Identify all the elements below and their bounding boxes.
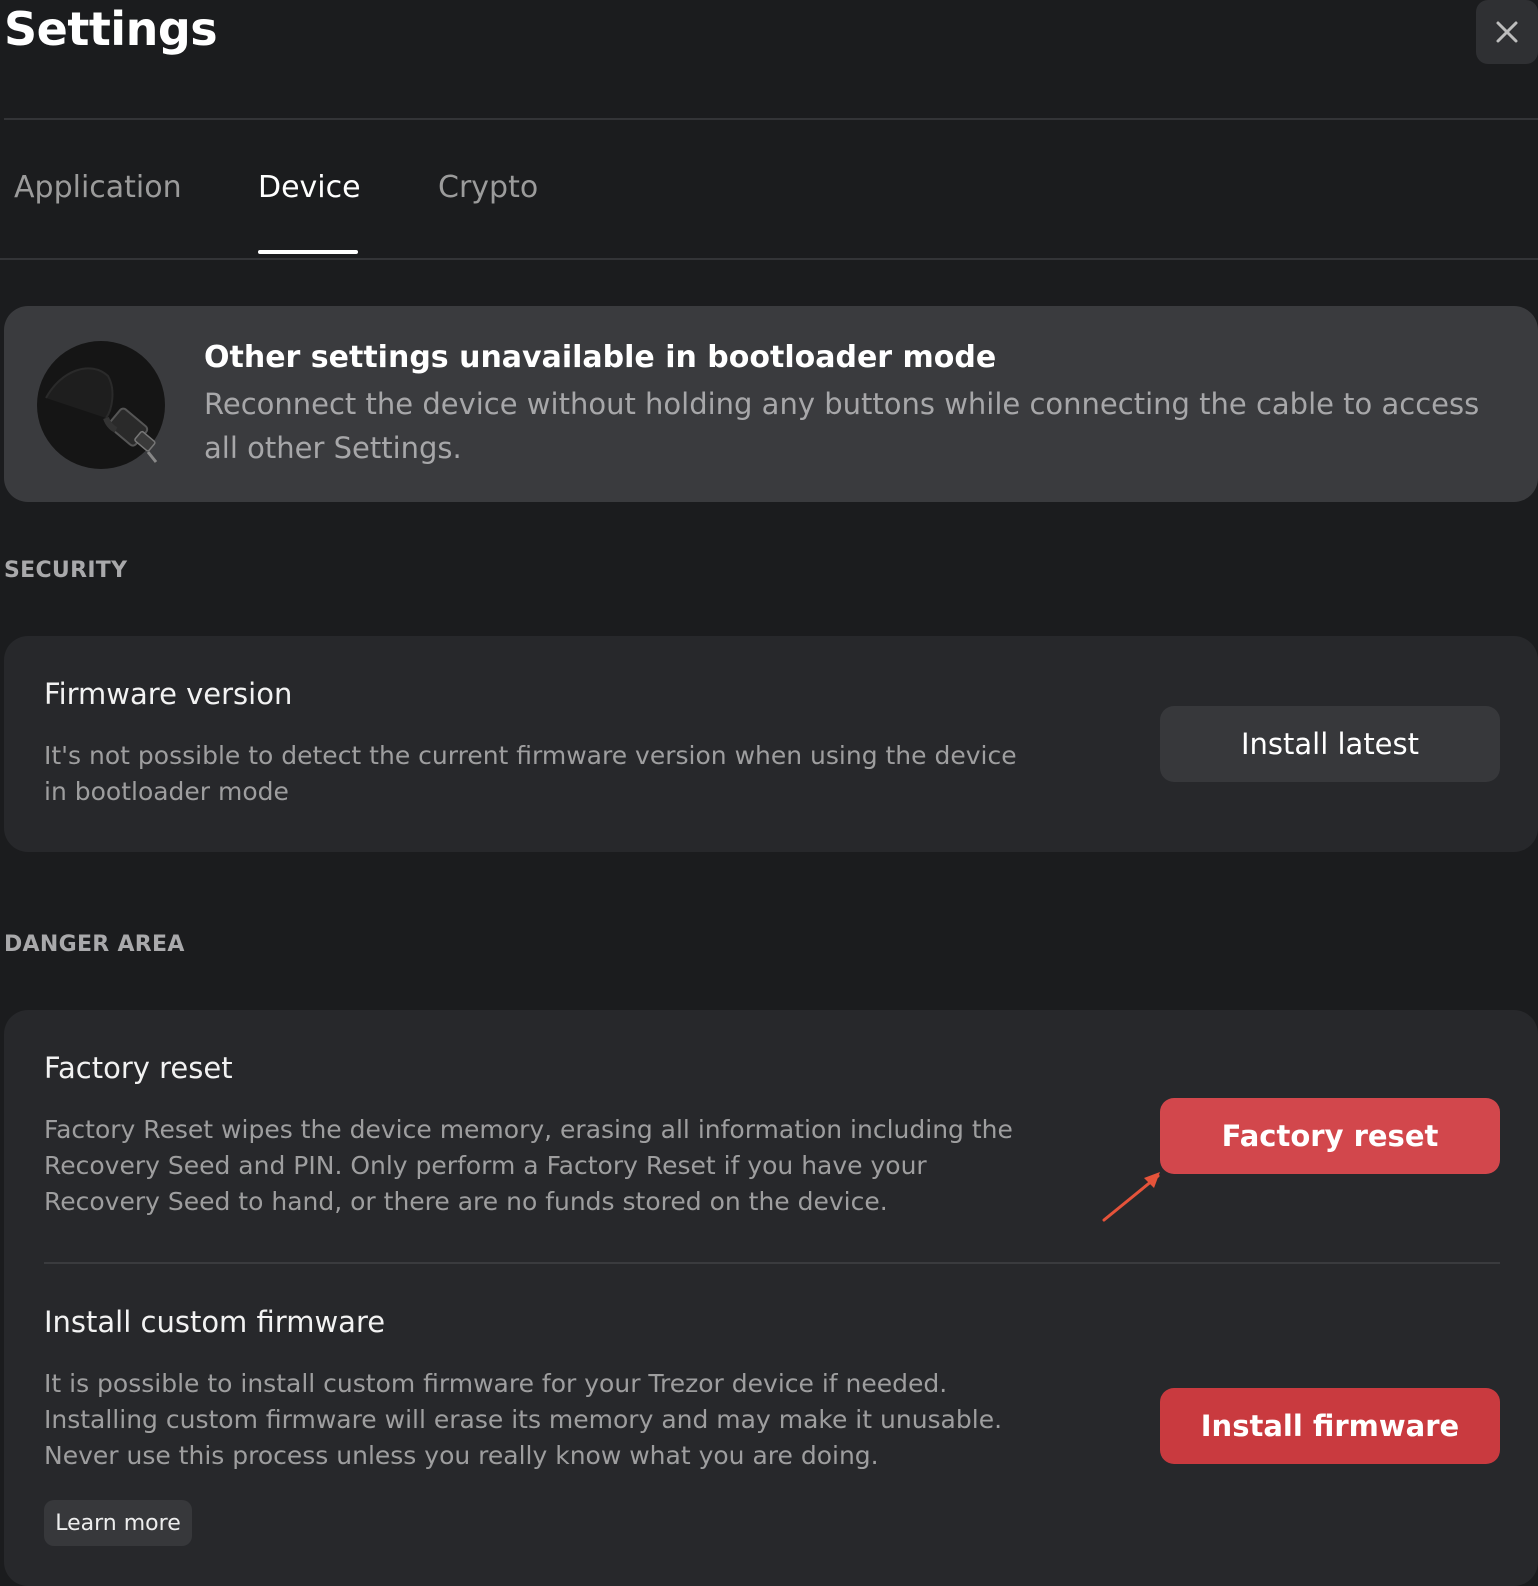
firmware-version-title: Firmware version — [44, 677, 293, 711]
page-title: Settings — [4, 2, 218, 56]
close-button[interactable] — [1476, 0, 1538, 64]
firmware-version-description: It's not possible to detect the current … — [44, 741, 1017, 806]
install-latest-button[interactable]: Install latest — [1160, 706, 1500, 782]
banner-text: Reconnect the device without holding any… — [204, 387, 1480, 465]
security-section-label: SECURITY — [4, 558, 128, 583]
learn-more-button[interactable]: Learn more — [44, 1500, 192, 1546]
danger-row-divider — [44, 1262, 1500, 1264]
factory-reset-description: Factory Reset wipes the device memory, e… — [44, 1115, 1013, 1216]
security-card: Firmware version It's not possible to de… — [4, 636, 1538, 852]
tab-device[interactable]: Device — [258, 168, 361, 208]
tab-application[interactable]: Application — [14, 168, 182, 208]
custom-firmware-title: Install custom firmware — [44, 1305, 386, 1339]
arrow-annotation-icon — [1102, 1172, 1160, 1222]
install-firmware-button[interactable]: Install firmware — [1160, 1388, 1500, 1464]
factory-reset-title: Factory reset — [44, 1051, 233, 1085]
tabs-divider — [0, 258, 1538, 260]
close-icon — [1496, 21, 1518, 43]
usb-cable-icon — [37, 341, 165, 469]
factory-reset-button[interactable]: Factory reset — [1160, 1098, 1500, 1174]
bootloader-banner: Other settings unavailable in bootloader… — [4, 306, 1538, 502]
settings-tabs: Application Device Crypto — [0, 120, 1538, 260]
tab-crypto[interactable]: Crypto — [438, 168, 538, 208]
settings-page: Settings Application Device Crypto Other… — [0, 0, 1538, 1586]
banner-title: Other settings unavailable in bootloader… — [204, 340, 997, 375]
danger-section-label: DANGER AREA — [4, 932, 185, 957]
danger-card: Factory reset Factory Reset wipes the de… — [4, 1010, 1538, 1586]
custom-firmware-description: It is possible to install custom firmwar… — [44, 1369, 1003, 1470]
active-tab-indicator — [258, 250, 358, 254]
